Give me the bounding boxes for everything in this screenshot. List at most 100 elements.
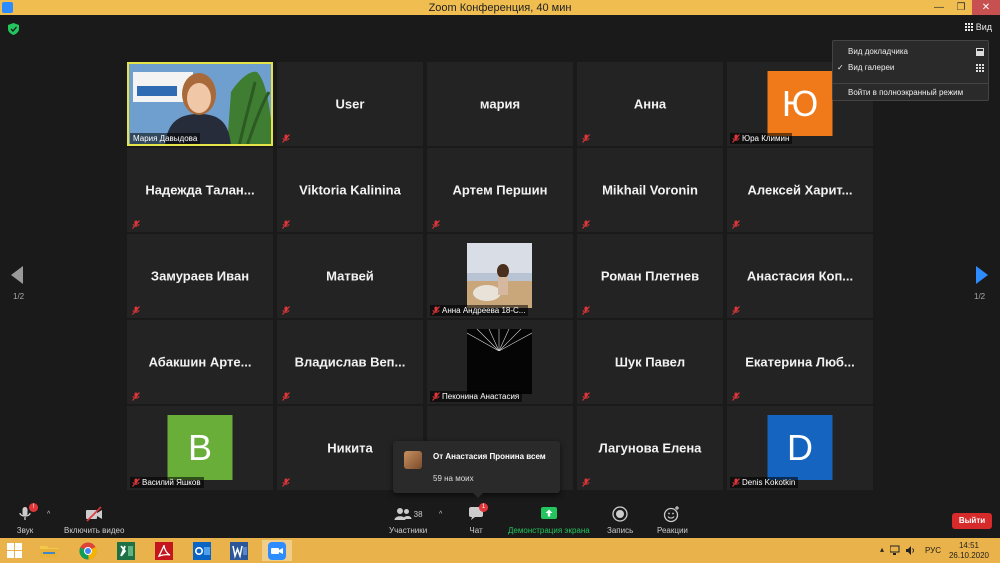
- taskbar-clock[interactable]: 14:51 26.10.2020: [949, 541, 989, 561]
- participant-tile[interactable]: Матвей: [277, 234, 423, 318]
- video-off-icon: [86, 506, 103, 522]
- participant-name: Матвей: [326, 268, 374, 284]
- chat-unread-badge: 1: [479, 503, 488, 512]
- maximize-button[interactable]: ❐: [950, 0, 972, 15]
- participant-tile[interactable]: Артем Першин: [427, 148, 573, 232]
- menu-item-gallery-view[interactable]: ✓ Вид галереи: [833, 61, 988, 75]
- participant-photo: [467, 243, 532, 308]
- participant-tile[interactable]: Роман Плетнев: [577, 234, 723, 318]
- participant-tile[interactable]: User: [277, 62, 423, 146]
- participant-tile[interactable]: Алексей Харит...: [727, 148, 873, 232]
- keyboard-language[interactable]: РУС: [925, 546, 941, 555]
- muted-mic-icon: [432, 392, 440, 401]
- participant-tile[interactable]: мария: [427, 62, 573, 146]
- shield-icon[interactable]: [8, 23, 19, 35]
- muted-mic-icon: [132, 478, 140, 487]
- minimize-button[interactable]: —: [928, 0, 950, 15]
- participant-name: Владислав Веп...: [294, 354, 406, 370]
- windows-taskbar: ▴ РУС 14:51 26.10.2020: [0, 538, 1000, 563]
- chrome-icon[interactable]: [73, 540, 103, 561]
- participant-tile[interactable]: D Denis Kokotkin: [727, 406, 873, 490]
- network-icon[interactable]: [890, 545, 901, 556]
- reactions-button[interactable]: Реакции: [657, 505, 688, 535]
- chat-message: 59 на моих: [433, 474, 474, 483]
- participant-tile[interactable]: В Василий Яшков: [127, 406, 273, 490]
- share-screen-button[interactable]: Демонстрация экрана: [508, 505, 590, 535]
- participant-name: Denis Kokotkin: [742, 478, 796, 487]
- participant-tile[interactable]: Mikhail Voronin: [577, 148, 723, 232]
- participant-tile[interactable]: Замураев Иван: [127, 234, 273, 318]
- participant-tile[interactable]: Лагунова Елена: [577, 406, 723, 490]
- participant-tile[interactable]: Владислав Веп...: [277, 320, 423, 404]
- muted-mic-icon: [582, 306, 590, 315]
- participant-tile[interactable]: Надежда Талан...: [127, 148, 273, 232]
- chat-notification[interactable]: От Анастасия Пронина всем 59 на моих: [393, 441, 560, 498]
- muted-mic-icon: [282, 134, 290, 143]
- participant-avatar: D: [767, 415, 833, 480]
- muted-mic-icon: [732, 134, 740, 143]
- muted-mic-icon: [582, 392, 590, 401]
- prev-page-arrow-icon[interactable]: [11, 266, 23, 284]
- muted-mic-icon: [732, 220, 740, 229]
- audio-options-caret-icon[interactable]: ^: [47, 511, 50, 518]
- zoom-icon[interactable]: [262, 540, 292, 561]
- file-explorer-icon[interactable]: [34, 540, 64, 561]
- participant-label: Юра Климин: [730, 133, 793, 144]
- participant-tile[interactable]: Viktoria Kalinina: [277, 148, 423, 232]
- record-icon: [612, 506, 628, 522]
- participants-button[interactable]: 38 Участники: [389, 505, 427, 535]
- participant-tile[interactable]: Мария Давыдова: [127, 62, 273, 147]
- participant-name: Viktoria Kalinina: [299, 182, 401, 198]
- menu-item-label: Войти в полноэкранный режим: [848, 88, 964, 97]
- menu-item-speaker-view[interactable]: Вид докладчика: [833, 45, 988, 59]
- window-titlebar: Zoom Конференция, 40 мин — ❐ ✕: [0, 0, 1000, 15]
- view-button-label: Вид: [975, 22, 992, 32]
- view-button[interactable]: Вид: [964, 22, 992, 32]
- participant-name: Пеконина Анастасия: [442, 392, 520, 401]
- participant-name: User: [335, 96, 365, 112]
- share-screen-icon: [540, 507, 557, 519]
- next-page-arrow-icon[interactable]: [976, 266, 988, 284]
- participant-tile[interactable]: Анна: [577, 62, 723, 146]
- participant-avatar: В: [167, 415, 233, 480]
- windows-start-icon[interactable]: [7, 543, 22, 558]
- record-button[interactable]: Запись: [607, 505, 633, 535]
- participants-count: 38: [413, 509, 423, 519]
- tray-expand-icon[interactable]: ▴: [880, 545, 884, 554]
- chat-label: Чат: [469, 526, 483, 535]
- menu-item-fullscreen[interactable]: Войти в полноэкранный режим: [833, 86, 988, 100]
- excel-icon[interactable]: [111, 540, 141, 561]
- participant-tile[interactable]: Шук Павел: [577, 320, 723, 404]
- muted-mic-icon: [282, 392, 290, 401]
- participant-name: мария: [479, 96, 521, 112]
- word-icon[interactable]: [224, 540, 254, 561]
- participant-tile[interactable]: Пеконина Анастасия: [427, 320, 573, 404]
- share-screen-label: Демонстрация экрана: [508, 526, 590, 535]
- participant-tile[interactable]: Анна Андреева 18-С...: [427, 234, 573, 318]
- muted-mic-icon: [582, 478, 590, 487]
- start-video-button[interactable]: Включить видео: [64, 505, 124, 535]
- participant-name: Надежда Талан...: [145, 182, 255, 198]
- participant-name: Анна: [633, 96, 667, 112]
- participants-options-caret-icon[interactable]: ^: [439, 511, 442, 518]
- audio-button[interactable]: ! Звук: [16, 503, 38, 535]
- participant-label: Denis Kokotkin: [730, 477, 799, 488]
- participant-name: Замураев Иван: [150, 268, 250, 284]
- meeting-area: Вид Мария Давыдова User мария Анна Ю Юра Клим…: [0, 15, 1000, 502]
- acrobat-icon[interactable]: [149, 540, 179, 561]
- chat-button[interactable]: 1 Чат: [467, 503, 488, 535]
- audio-warning-badge: !: [29, 503, 38, 512]
- close-window-button[interactable]: ✕: [972, 0, 1000, 15]
- participant-name: Василий Яшков: [142, 478, 201, 487]
- leave-meeting-button[interactable]: Выйти: [952, 513, 992, 529]
- muted-mic-icon: [582, 134, 590, 143]
- participant-tile[interactable]: Анастасия Коп...: [727, 234, 873, 318]
- outlook-icon[interactable]: [187, 540, 217, 561]
- participant-name: Роман Плетнев: [600, 268, 700, 284]
- zoom-app-icon: [2, 2, 13, 13]
- checkmark-icon: ✓: [837, 63, 844, 72]
- participant-tile[interactable]: Екатерина Люб...: [727, 320, 873, 404]
- participant-name: Алексей Харит...: [747, 182, 853, 198]
- participant-tile[interactable]: Абакшин Арте...: [127, 320, 273, 404]
- volume-icon[interactable]: [905, 545, 916, 556]
